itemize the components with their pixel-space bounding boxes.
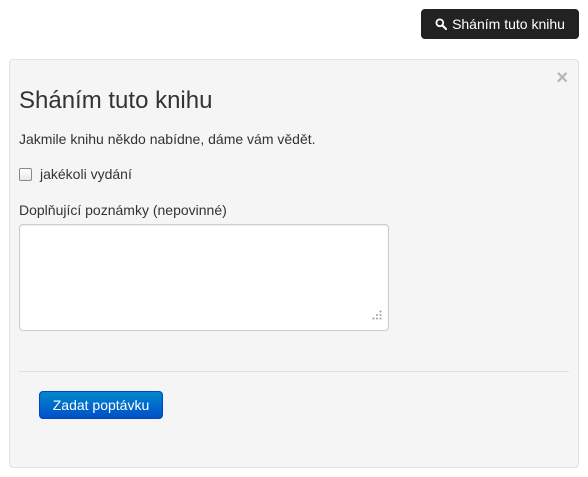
- any-edition-label: jakékoli vydání: [40, 166, 132, 182]
- panel-title: Sháním tuto knihu: [19, 87, 213, 114]
- request-panel: × Sháním tuto knihu Jakmile knihu někdo …: [9, 59, 579, 468]
- search-icon: [435, 18, 448, 30]
- divider: [19, 371, 569, 372]
- notes-textarea[interactable]: [19, 224, 389, 331]
- info-text: Jakmile knihu někdo nabídne, dáme vám vě…: [19, 131, 316, 147]
- want-book-button-label: Sháním tuto knihu: [452, 16, 565, 32]
- want-book-button[interactable]: Sháním tuto knihu: [421, 9, 579, 39]
- page: Sháním tuto knihu × Sháním tuto knihu Ja…: [0, 0, 588, 477]
- any-edition-checkbox[interactable]: [19, 167, 32, 181]
- resize-grip-icon[interactable]: [372, 307, 382, 325]
- close-icon[interactable]: ×: [556, 68, 568, 88]
- notes-label: Doplňující poznámky (nepovinné): [19, 202, 227, 218]
- submit-request-button[interactable]: Zadat poptávku: [39, 391, 163, 419]
- any-edition-option[interactable]: jakékoli vydání: [19, 165, 132, 183]
